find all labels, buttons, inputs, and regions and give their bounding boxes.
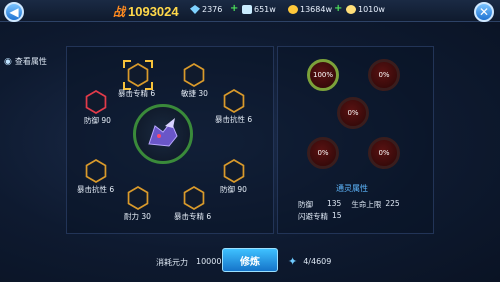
train-button[interactable]: 修炼 [222, 248, 278, 272]
spirit-stat-row-2: 闪避专精 15 [298, 211, 342, 221]
back-button[interactable]: ◀ [4, 2, 24, 22]
diamond-icon [190, 5, 200, 14]
crystal-shard-icon: ✦ [288, 255, 298, 268]
owned-resource: ✦ 4/4609 [288, 255, 332, 268]
spirit-attr-title: 通灵属性 [336, 184, 368, 193]
combat-power: 战 1093024 [113, 3, 179, 20]
diamond-resource: 2376 [190, 5, 222, 14]
power-value: 1093024 [128, 4, 179, 19]
node-label: 敏捷 30 [181, 89, 208, 98]
spirit-orb-4[interactable]: 0% [307, 137, 339, 169]
spirit-orb-2[interactable]: 0% [368, 59, 400, 91]
add-diamond-button[interactable]: + [230, 3, 238, 14]
node-label: 暴击专精 6 [174, 212, 212, 221]
node-label: 暴击抗性 6 [77, 185, 115, 194]
add-gold-button[interactable]: + [334, 3, 342, 14]
coin-resource: 1010w [346, 5, 385, 14]
spirit-orb-5[interactable]: 0% [368, 137, 400, 169]
spirit-orb-3[interactable]: 0% [337, 97, 369, 129]
crystal-resource: 651w [242, 5, 276, 14]
back-arrow-icon: ◀ [9, 5, 19, 19]
node-label: 暴击专精 6 [118, 89, 156, 98]
crystal-icon [242, 5, 252, 14]
spirit-beast-center[interactable] [133, 104, 193, 164]
gold-resource: 13684w [288, 5, 332, 14]
node-label: 防御 90 [84, 116, 111, 125]
dragon-icon [148, 118, 178, 147]
node-label: 耐力 30 [124, 212, 151, 221]
eye-icon: ◉ [4, 56, 12, 67]
power-icon: 战 [113, 5, 126, 19]
close-icon: ✕ [478, 5, 490, 19]
coin-icon [346, 5, 356, 14]
node-label: 防御 90 [220, 185, 247, 194]
spirit-orb-1[interactable]: 100% [307, 59, 339, 91]
node-label: 暴击抗性 6 [215, 115, 253, 124]
gold-icon [288, 5, 298, 14]
spirit-stat-row-1: 防御 135 生命上限 225 [298, 199, 400, 209]
cost-row: 消耗元力 10000 [156, 257, 222, 267]
view-attributes-button[interactable]: ◉ 查看属性 [4, 56, 47, 67]
close-button[interactable]: ✕ [474, 2, 494, 22]
